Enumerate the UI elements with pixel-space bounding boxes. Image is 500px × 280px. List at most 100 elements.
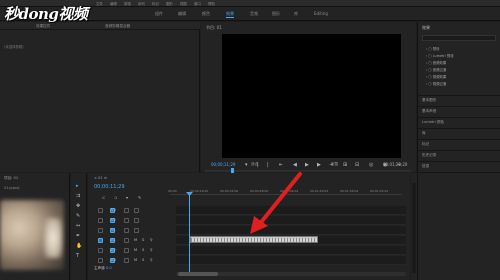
extract-icon[interactable]: ⊟ bbox=[355, 162, 359, 168]
go-to-out-icon[interactable]: ⇥ bbox=[329, 162, 333, 168]
voiceover-icon[interactable]: ⚲ bbox=[150, 258, 153, 262]
linked-selection-icon[interactable]: ⊃ bbox=[114, 195, 117, 200]
track-header-v3: V3 bbox=[94, 206, 174, 215]
mute-icon[interactable]: M bbox=[134, 258, 137, 262]
timeline-timecode[interactable]: 00;00;11;29 bbox=[94, 184, 125, 190]
tree-audio-transitions[interactable]: › ▢ 音频过渡 bbox=[426, 67, 446, 72]
panel-info[interactable]: 信息 bbox=[422, 164, 429, 169]
tree-lumetri-presets[interactable]: › ▢ Lumetri 预设 bbox=[426, 53, 454, 58]
track-a3[interactable] bbox=[176, 256, 406, 265]
source-patch-toggle[interactable] bbox=[98, 238, 103, 243]
track-header-v1: V1 bbox=[94, 226, 174, 235]
menu-edit[interactable]: 编辑 bbox=[110, 1, 117, 6]
panel-markers[interactable]: 标记 bbox=[422, 142, 429, 147]
tree-video-effects[interactable]: › ▢ 视频效果 bbox=[426, 74, 446, 79]
selection-tool-icon[interactable]: ▸ bbox=[76, 183, 79, 189]
type-tool-icon[interactable]: T bbox=[76, 253, 79, 259]
track-select-tool-icon[interactable]: ⇉ bbox=[76, 193, 80, 199]
ripple-edit-tool-icon[interactable]: ✥ bbox=[76, 203, 80, 209]
razor-tool-icon[interactable]: ✎ bbox=[76, 213, 80, 219]
tree-presets[interactable]: › ▢ 预设 bbox=[426, 46, 440, 51]
no-clip-text: (未选择剪辑) bbox=[4, 45, 24, 49]
workspace-graphics[interactable]: 图形 bbox=[272, 11, 280, 17]
source-patch-toggle[interactable] bbox=[98, 208, 103, 213]
master-value[interactable]: 0.0 bbox=[106, 266, 112, 270]
lift-icon[interactable]: ⊞ bbox=[343, 162, 347, 168]
source-patch-toggle[interactable] bbox=[98, 218, 103, 223]
workspace-editing-en[interactable]: Editing bbox=[314, 11, 328, 16]
panel-lumetri-color[interactable]: Lumetri 颜色 bbox=[422, 120, 444, 125]
lock-icon[interactable] bbox=[124, 258, 129, 263]
menu-window[interactable]: 窗口 bbox=[194, 1, 201, 6]
track-label: V2 bbox=[111, 218, 116, 222]
menu-marker[interactable]: 标记 bbox=[152, 1, 159, 6]
track-a2[interactable] bbox=[176, 246, 406, 255]
timeline-scroll-thumb[interactable] bbox=[178, 272, 218, 276]
mute-icon[interactable]: M bbox=[134, 238, 137, 242]
workspace-libraries[interactable]: 库 bbox=[294, 11, 298, 17]
solo-icon[interactable]: S bbox=[142, 238, 144, 242]
tools-panel: ▸ ⇉ ✥ ✎ ↔ ✒ ✋ T bbox=[71, 173, 87, 280]
menu-view[interactable]: 视图 bbox=[180, 1, 187, 6]
tree-label: 视频效果 bbox=[432, 75, 447, 79]
audio-waveform bbox=[191, 238, 317, 242]
project-file: 01.prproj bbox=[4, 186, 20, 190]
menu-help[interactable]: 帮助 bbox=[208, 1, 215, 6]
master-text: 主声道 bbox=[94, 266, 105, 270]
timeline-tab[interactable]: × 01 ≡ bbox=[94, 176, 107, 180]
menu-graphics[interactable]: 图形 bbox=[166, 1, 173, 6]
source-patch-toggle[interactable] bbox=[98, 248, 103, 253]
lock-icon[interactable] bbox=[124, 218, 129, 223]
step-forward-icon[interactable]: ▶ bbox=[317, 162, 321, 168]
slip-tool-icon[interactable]: ↔ bbox=[76, 223, 80, 229]
hand-tool-icon[interactable]: ✋ bbox=[76, 243, 82, 249]
add-button-icon[interactable]: + bbox=[397, 162, 401, 168]
divider bbox=[418, 128, 500, 129]
lock-icon[interactable] bbox=[124, 228, 129, 233]
lock-icon[interactable] bbox=[124, 208, 129, 213]
watermark-logo: 秒dong视频 bbox=[4, 5, 88, 23]
source-patch-toggle[interactable] bbox=[98, 258, 103, 263]
tree-video-transitions[interactable]: › ▢ 视频过渡 bbox=[426, 81, 446, 86]
settings-icon[interactable]: ✎ bbox=[138, 195, 141, 200]
divider bbox=[418, 150, 500, 151]
eye-icon[interactable] bbox=[134, 208, 139, 213]
ruler-label: 00;01;52;02 bbox=[370, 189, 389, 193]
tree-audio-effects[interactable]: › ▢ 音频效果 bbox=[426, 60, 446, 65]
timeline-playhead[interactable] bbox=[189, 195, 190, 275]
snap-icon[interactable]: ⊂ bbox=[102, 195, 105, 200]
export-frame-icon[interactable]: ◎ bbox=[369, 162, 373, 168]
eye-icon[interactable] bbox=[134, 218, 139, 223]
tab-audio-clip-mixer[interactable]: 音频剪辑混合器 bbox=[105, 24, 130, 29]
vr-icon[interactable]: ◉ bbox=[383, 162, 387, 168]
ruler-label: 00;01;36;02 bbox=[340, 189, 359, 193]
pen-tool-icon[interactable]: ✒ bbox=[76, 233, 80, 239]
workspace-assembly[interactable]: 组件 bbox=[155, 11, 163, 17]
lock-icon[interactable] bbox=[124, 238, 129, 243]
menu-clip[interactable]: 剪辑 bbox=[124, 1, 131, 6]
panel-essential-sound[interactable]: 基本声音 bbox=[422, 109, 436, 114]
eye-icon[interactable] bbox=[134, 228, 139, 233]
panel-libraries[interactable]: 库 bbox=[422, 131, 426, 136]
menu-file[interactable]: 文件 bbox=[96, 1, 103, 6]
solo-icon[interactable]: S bbox=[142, 258, 144, 262]
divider bbox=[418, 106, 500, 107]
voiceover-icon[interactable]: ⚲ bbox=[150, 238, 153, 242]
voiceover-icon[interactable]: ⚲ bbox=[150, 248, 153, 252]
workspace-audio[interactable]: 音频 bbox=[250, 11, 258, 17]
panel-essential-graphics[interactable]: 基本图形 bbox=[422, 98, 436, 103]
panel-history[interactable]: 历史记录 bbox=[422, 153, 436, 158]
add-marker-icon[interactable]: ▾ bbox=[126, 195, 128, 200]
mute-icon[interactable]: M bbox=[134, 248, 137, 252]
lock-icon[interactable] bbox=[124, 248, 129, 253]
effects-search-input[interactable] bbox=[422, 35, 496, 41]
menu-sequence[interactable]: 序列 bbox=[138, 1, 145, 6]
solo-icon[interactable]: S bbox=[142, 248, 144, 252]
effect-controls-panel: 效果控件 音频剪辑混合器 (未选择剪辑) bbox=[0, 22, 200, 172]
divider bbox=[418, 172, 500, 173]
workspace-color[interactable]: 颜色 bbox=[202, 11, 210, 17]
source-patch-toggle[interactable] bbox=[98, 228, 103, 233]
workspace-editing[interactable]: 编辑 bbox=[178, 11, 186, 17]
red-arrow-annotation bbox=[250, 172, 302, 234]
workspace-effects[interactable]: 效果 bbox=[226, 11, 234, 18]
